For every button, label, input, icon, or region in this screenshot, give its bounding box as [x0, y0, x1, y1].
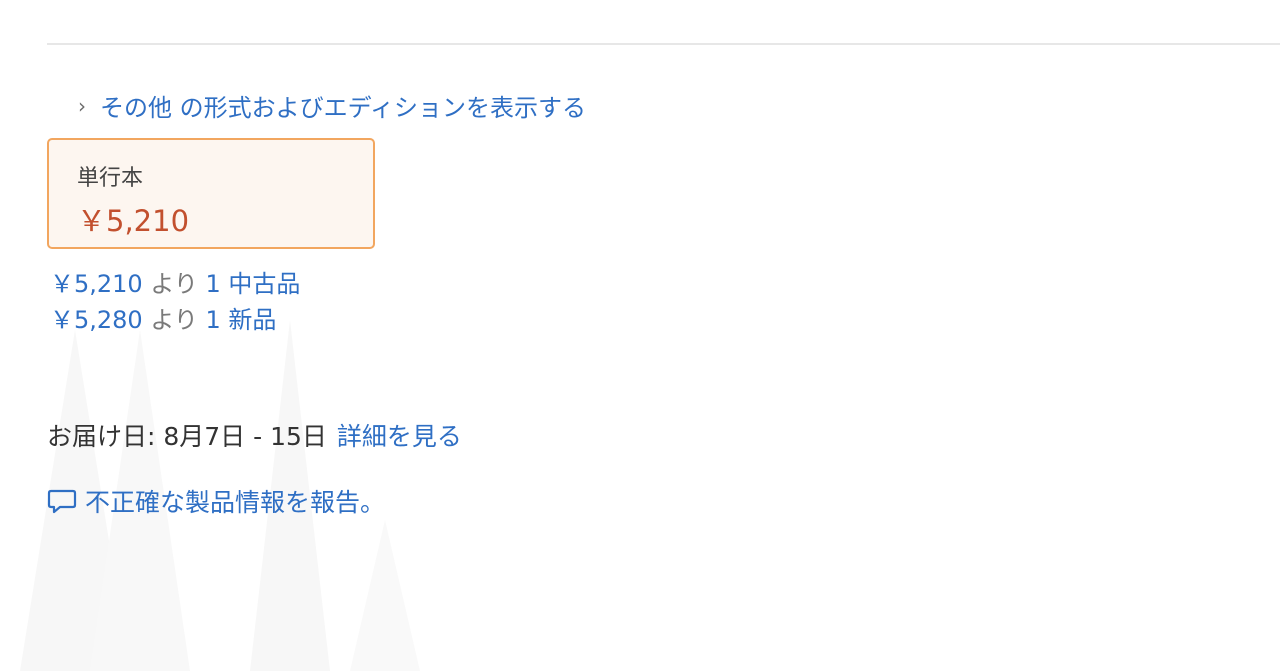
section-divider [47, 43, 1280, 45]
format-price: ￥5,210 [77, 204, 190, 238]
delivery-date: お届け日: 8月7日 - 15日 [47, 422, 327, 451]
used-offer-count-link[interactable]: 1 中古品 [206, 270, 301, 298]
used-offer-line: ￥5,210 より 1 中古品 [50, 264, 300, 299]
speech-bubble-icon [47, 489, 77, 514]
report-incorrect-info-link[interactable]: 不正確な製品情報を報告。 [47, 483, 385, 519]
other-formats-label: その他 の形式およびエディションを表示する [100, 94, 586, 122]
new-offer-line: ￥5,280 より 1 新品 [50, 300, 276, 335]
chevron-right-icon: › [78, 93, 86, 118]
new-offer-count-link[interactable]: 1 新品 [206, 306, 277, 334]
used-offer-from: より [150, 270, 198, 298]
report-label: 不正確な製品情報を報告。 [85, 488, 386, 517]
new-offer-from: より [150, 306, 198, 334]
product-buybox-page: › その他 の形式およびエディションを表示する 単行本 ￥5,210 ￥5,21… [0, 0, 1280, 671]
delivery-info: お届け日: 8月7日 - 15日 詳細を見る [47, 417, 462, 453]
used-offer-price[interactable]: ￥5,210 [50, 270, 143, 298]
delivery-details-link[interactable]: 詳細を見る [337, 422, 462, 451]
new-offer-price[interactable]: ￥5,280 [50, 306, 143, 334]
format-option-tankobon[interactable]: 単行本 ￥5,210 [47, 138, 375, 249]
format-name: 単行本 [77, 166, 144, 191]
other-formats-link[interactable]: › その他 の形式およびエディションを表示する [78, 88, 586, 123]
